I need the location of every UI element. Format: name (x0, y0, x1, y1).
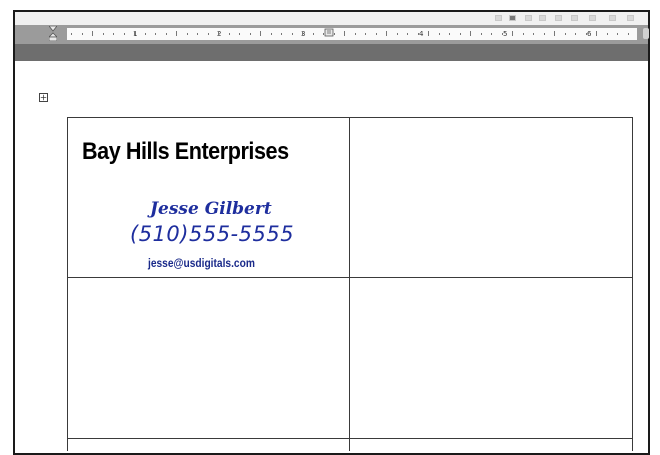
toolbar-strip (15, 12, 648, 25)
ruler-number: 6 (587, 30, 592, 38)
ruler-tick (596, 31, 597, 36)
ruler-tick (302, 31, 303, 36)
toolbar-button-icon[interactable] (539, 15, 546, 21)
ruler-tick (165, 33, 167, 35)
label-cell-4[interactable] (350, 278, 632, 438)
ruler-tick (449, 33, 450, 35)
ruler-tick (543, 33, 545, 35)
ruler-tick (396, 33, 398, 35)
ruler-tick (239, 33, 240, 35)
ruler-tick (228, 33, 230, 35)
ruler-tick (585, 33, 587, 35)
ruler-tick (512, 31, 513, 36)
ruler-tick (564, 33, 566, 35)
contact-name[interactable]: Jesse Gilbert (150, 199, 272, 219)
ruler-tick (428, 31, 429, 36)
label-cell-2[interactable] (350, 118, 632, 277)
ruler-tick (207, 33, 209, 35)
toolbar-button-icon[interactable] (589, 15, 596, 21)
phone-number[interactable]: (510)555-5555 (130, 222, 294, 246)
toolbar-button-icon[interactable] (509, 15, 516, 21)
ruler-tick (102, 33, 104, 35)
label-cell-3[interactable] (68, 278, 349, 438)
ruler-tick (260, 31, 261, 36)
ruler-tick (176, 31, 177, 36)
ruler-tick (113, 33, 114, 35)
ruler-tick (123, 33, 125, 35)
company-name[interactable]: Bay Hills Enterprises (82, 138, 316, 166)
ruler-scale[interactable]: 1 2 3 4 5 6 (67, 28, 637, 40)
ruler-tick (155, 33, 156, 35)
ruler-tick (386, 31, 387, 36)
ruler-tick (491, 33, 492, 35)
email-address[interactable]: jesse@usdigitals.com (148, 256, 255, 270)
ruler-tick (407, 33, 408, 35)
ruler-tick (92, 31, 93, 36)
ruler-tick (554, 31, 555, 36)
ruler-tick (186, 33, 188, 35)
ruler-tick (617, 33, 618, 35)
indent-marker-icon[interactable] (49, 26, 57, 41)
ruler-tick (71, 33, 72, 35)
toolbar-button-icon[interactable] (495, 15, 502, 21)
horizontal-ruler[interactable]: 1 2 3 4 5 6 (15, 25, 649, 44)
ruler-tick (533, 33, 534, 35)
ruler-number: 5 (503, 30, 508, 38)
ruler-tick (522, 33, 524, 35)
ruler-tick (81, 33, 83, 35)
ruler-tick (281, 33, 282, 35)
ruler-number: 4 (419, 30, 424, 38)
ruler-tick (344, 31, 345, 36)
ruler-tick (197, 33, 198, 35)
ruler-tick (354, 33, 356, 35)
ruler-tick (249, 33, 251, 35)
ruler-tick (218, 31, 219, 36)
ruler-tick (365, 33, 366, 35)
ruler-shadow-band (15, 44, 648, 61)
ruler-tick (575, 33, 576, 35)
ruler-tick (627, 33, 629, 35)
ruler-tick (480, 33, 482, 35)
toolbar-button-icon[interactable] (525, 15, 532, 21)
ruler-tick (459, 33, 461, 35)
ruler-tick (417, 33, 419, 35)
ruler-tick (291, 33, 293, 35)
ruler-tick (470, 31, 471, 36)
ruler-tick (134, 31, 135, 36)
toolbar-button-icon[interactable] (627, 15, 634, 21)
ruler-tick (144, 33, 146, 35)
toolbar-button-icon[interactable] (555, 15, 562, 21)
column-marker-icon[interactable] (324, 27, 334, 37)
ruler-tick (270, 33, 272, 35)
ruler-tick (438, 33, 440, 35)
ruler-tick (501, 33, 503, 35)
ruler-tick (375, 33, 377, 35)
toolbar-button-icon[interactable] (609, 15, 616, 21)
table-border-bottom (67, 438, 633, 439)
toolbar-button-icon[interactable] (571, 15, 578, 21)
table-move-handle-icon[interactable] (39, 93, 48, 102)
table-border-right (632, 117, 633, 451)
right-indent-marker-icon[interactable] (643, 28, 649, 39)
ruler-tick (606, 33, 608, 35)
ruler-tick (312, 33, 314, 35)
